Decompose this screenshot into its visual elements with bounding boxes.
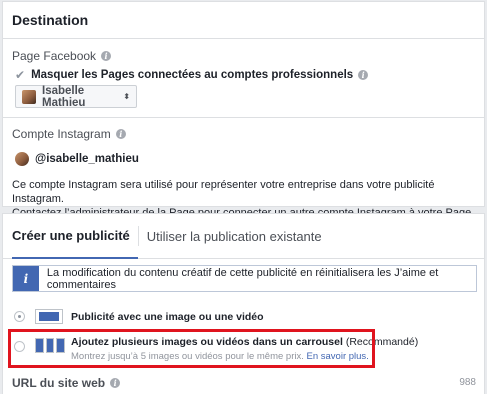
- tab-create-ad[interactable]: Créer une publicité: [12, 214, 138, 259]
- character-counter: 988: [459, 377, 476, 388]
- highlight-box: [8, 329, 375, 368]
- avatar: [22, 89, 36, 104]
- select-arrows-icon: ⬍: [123, 92, 130, 101]
- single-media-option-title[interactable]: Publicité avec une image ou une vidéo: [71, 311, 264, 323]
- facebook-page-label: Page Facebook i: [12, 49, 112, 63]
- info-banner-text: La modification du contenu créatif de ce…: [46, 266, 439, 291]
- avatar: [15, 152, 29, 166]
- website-url-label: URL du site web i: [12, 376, 121, 390]
- instagram-account-label: Compte Instagram i: [12, 127, 126, 141]
- facebook-page-select[interactable]: Isabelle Mathieu ⬍: [15, 85, 137, 109]
- info-icon[interactable]: i: [110, 378, 121, 388]
- info-icon[interactable]: i: [358, 70, 369, 80]
- checkmark-icon[interactable]: ✔: [15, 68, 25, 82]
- tab-bar: Créer une publicité Utiliser la publicat…: [3, 214, 484, 259]
- divider: [3, 117, 484, 118]
- tab-separator: [137, 226, 139, 246]
- instagram-account: @isabelle_mathieu: [15, 152, 139, 166]
- single-media-radio[interactable]: [14, 311, 25, 322]
- create-ad-panel: Créer une publicité Utiliser la publicat…: [2, 213, 485, 394]
- hide-pages-checkbox[interactable]: ✔ Masquer les Pages connectées au compte…: [15, 68, 369, 82]
- destination-panel: Destination Page Facebook i ✔ Masquer le…: [2, 1, 485, 219]
- info-banner: i La modification du contenu créatif de …: [12, 265, 477, 292]
- destination-title: Destination: [3, 2, 484, 39]
- info-icon: i: [13, 266, 39, 291]
- tab-use-existing-post[interactable]: Utiliser la publication existante: [147, 214, 332, 258]
- info-icon[interactable]: i: [115, 129, 126, 139]
- info-icon[interactable]: i: [101, 51, 112, 61]
- single-image-icon: [35, 309, 63, 324]
